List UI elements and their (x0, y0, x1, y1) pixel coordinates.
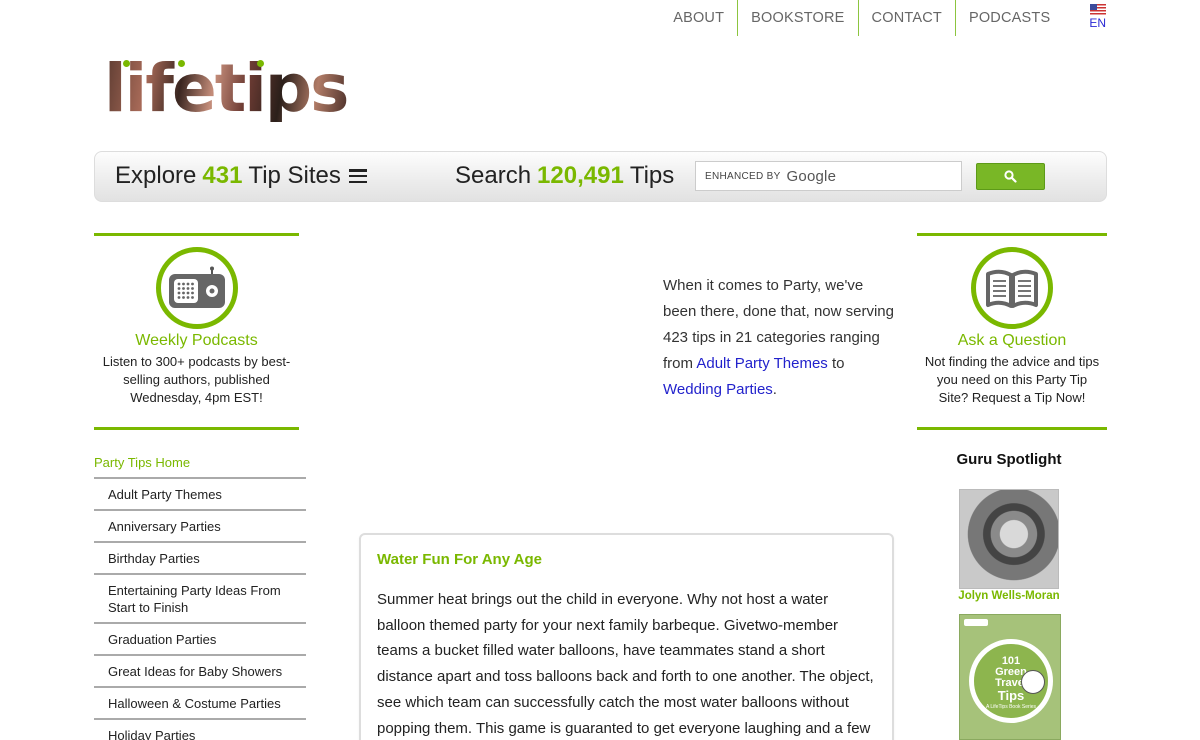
book-publisher-badge (964, 619, 988, 626)
book-series-label: A LifeTips Book Series (985, 704, 1037, 710)
logo-dot (178, 60, 185, 67)
us-flag-icon (1089, 4, 1106, 15)
book-seal-icon (1021, 670, 1045, 694)
guru-avatar[interactable] (959, 489, 1059, 589)
intro-text: to (827, 355, 845, 372)
wedding-parties-link[interactable]: Wedding Parties (663, 381, 773, 398)
ask-a-question-link[interactable]: Ask a Question (917, 332, 1107, 350)
google-label: Google (786, 167, 837, 185)
tip-card: Water Fun For Any Age Summer heat brings… (359, 533, 894, 740)
search-bar: Explore 431 Tip Sites Search 120,491 Tip… (94, 151, 1107, 202)
sidebar-item-graduation-parties[interactable]: Graduation Parties (94, 624, 306, 656)
sidebar-item-halloween-costume-parties[interactable]: Halloween & Costume Parties (94, 688, 306, 720)
search-prefix: Search (455, 162, 532, 189)
nav-bookstore-link[interactable]: BOOKSTORE (738, 0, 857, 36)
site-logo[interactable]: lifetips (104, 56, 349, 122)
explore-tip-sites-menu[interactable]: Explore 431 Tip Sites (115, 162, 367, 190)
explore-suffix: Tip Sites (248, 162, 341, 189)
site-intro: When it comes to Party, we've been there… (663, 273, 895, 403)
logo-dot (257, 60, 264, 67)
tip-sites-count: 431 (202, 162, 243, 189)
tip-title[interactable]: Water Fun For Any Age (377, 551, 876, 568)
adult-party-themes-link[interactable]: Adult Party Themes (696, 355, 827, 372)
radio-icon[interactable] (155, 247, 238, 329)
podcasts-promo: Weekly Podcasts Listen to 300+ podcasts … (94, 233, 299, 430)
sidebar-item-baby-showers[interactable]: Great Ideas for Baby Showers (94, 656, 306, 688)
sidebar-item-birthday-parties[interactable]: Birthday Parties (94, 543, 306, 575)
tip-body: Summer heat brings out the child in ever… (377, 591, 874, 737)
ask-question-promo: Ask a Question Not finding the advice an… (917, 233, 1107, 430)
sidebar-item-holiday-parties[interactable]: Holiday Parties (94, 720, 306, 740)
nav-contact-link[interactable]: CONTACT (859, 0, 955, 36)
explore-prefix: Explore (115, 162, 197, 189)
sidebar-item-adult-party-themes[interactable]: Adult Party Themes (94, 479, 306, 511)
search-input[interactable]: ENHANCED BY Google (695, 161, 962, 191)
language-selector[interactable]: EN (1063, 0, 1106, 36)
search-suffix: Tips (629, 162, 675, 189)
category-sidebar: Party Tips Home Adult Party Themes Anniv… (94, 451, 306, 740)
book-cover[interactable]: 101 Green Travel Tips A LifeTips Book Se… (959, 614, 1061, 740)
search-icon (1004, 170, 1017, 183)
enhanced-by-label: ENHANCED BY (705, 170, 781, 182)
weekly-podcasts-link[interactable]: Weekly Podcasts (94, 332, 299, 350)
ask-question-description: Not finding the advice and tips you need… (924, 354, 1100, 405)
guru-name-link[interactable]: Jolyn Wells-Moran (945, 590, 1073, 602)
podcasts-description: Listen to 300+ podcasts by best-selling … (102, 354, 291, 405)
logo-dot (123, 60, 130, 67)
nav-about-link[interactable]: ABOUT (660, 0, 737, 36)
guru-spotlight-heading: Guru Spotlight (956, 451, 1062, 468)
sidebar-item-entertaining-party-ideas[interactable]: Entertaining Party Ideas From Start to F… (94, 575, 306, 624)
tips-count: 120,491 (537, 162, 624, 189)
intro-text: . (772, 381, 777, 398)
open-book-icon[interactable] (971, 247, 1053, 329)
nav-podcasts-link[interactable]: PODCASTS (956, 0, 1063, 36)
hamburger-menu-icon (348, 169, 367, 183)
top-nav: ABOUT BOOKSTORE CONTACT PODCASTS EN (660, 0, 1106, 36)
language-label: EN (1089, 16, 1106, 30)
sidebar-item-home[interactable]: Party Tips Home (94, 451, 306, 479)
sidebar-item-anniversary-parties[interactable]: Anniversary Parties (94, 511, 306, 543)
search-tips-label: Search 120,491 Tips (455, 162, 674, 190)
search-button[interactable] (976, 163, 1045, 190)
